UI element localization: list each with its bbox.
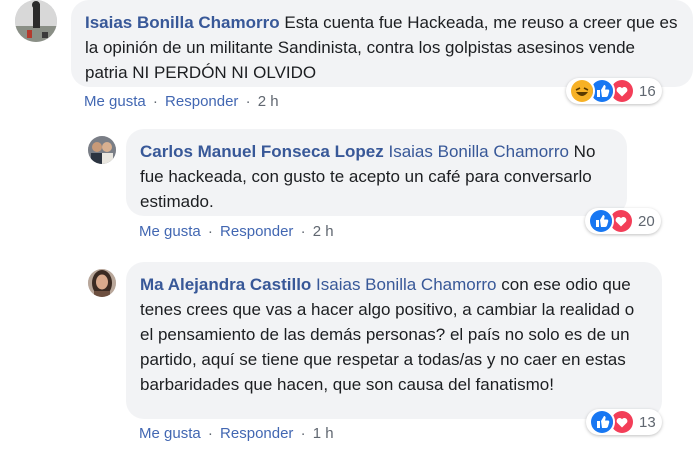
separator: · (300, 223, 306, 240)
comment-bubble: Ma Alejandra Castillo Isaias Bonilla Cha… (126, 262, 662, 419)
reaction-count: 16 (639, 82, 656, 100)
separator: · (152, 93, 158, 110)
separator: · (300, 425, 306, 442)
separator: · (207, 223, 213, 240)
comment-time[interactable]: 2 h (258, 93, 279, 110)
comment-author[interactable]: Isaias Bonilla Chamorro (85, 13, 280, 32)
reaction-summary[interactable]: 13 (586, 409, 662, 435)
avatar-photo-icon (88, 269, 116, 297)
like-icon (588, 208, 614, 234)
reply-button[interactable]: Responder (165, 93, 238, 110)
comment-bubble: Isaias Bonilla Chamorro Esta cuenta fue … (71, 0, 693, 87)
separator: · (245, 93, 251, 110)
avatar-photo-icon (15, 0, 57, 42)
reaction-count: 20 (638, 212, 655, 230)
like-icon (589, 409, 615, 435)
comment-mention[interactable]: Isaias Bonilla Chamorro (388, 142, 568, 161)
like-button[interactable]: Me gusta (139, 223, 201, 240)
comment-bubble: Carlos Manuel Fonseca Lopez Isaias Bonil… (126, 129, 627, 216)
reaction-count: 13 (639, 413, 656, 431)
like-button[interactable]: Me gusta (139, 425, 201, 442)
reply-button[interactable]: Responder (220, 223, 293, 240)
comment-actions: Me gusta · Responder · 1 h (139, 425, 334, 442)
avatar[interactable] (88, 269, 116, 297)
comment-mention[interactable]: Isaias Bonilla Chamorro (316, 275, 496, 294)
comment-time[interactable]: 2 h (313, 223, 334, 240)
haha-icon (569, 78, 595, 104)
avatar[interactable] (88, 136, 116, 164)
comment-time[interactable]: 1 h (313, 425, 334, 442)
comment-author[interactable]: Ma Alejandra Castillo (140, 275, 311, 294)
comment-author[interactable]: Carlos Manuel Fonseca Lopez (140, 142, 384, 161)
comment-actions: Me gusta · Responder · 2 h (84, 93, 279, 110)
avatar[interactable] (15, 0, 57, 42)
reaction-summary[interactable]: 16 (566, 78, 662, 104)
avatar-photo-icon (88, 136, 116, 164)
reaction-summary[interactable]: 20 (585, 208, 661, 234)
reply-button[interactable]: Responder (220, 425, 293, 442)
like-button[interactable]: Me gusta (84, 93, 146, 110)
comment-actions: Me gusta · Responder · 2 h (139, 223, 334, 240)
separator: · (207, 425, 213, 442)
